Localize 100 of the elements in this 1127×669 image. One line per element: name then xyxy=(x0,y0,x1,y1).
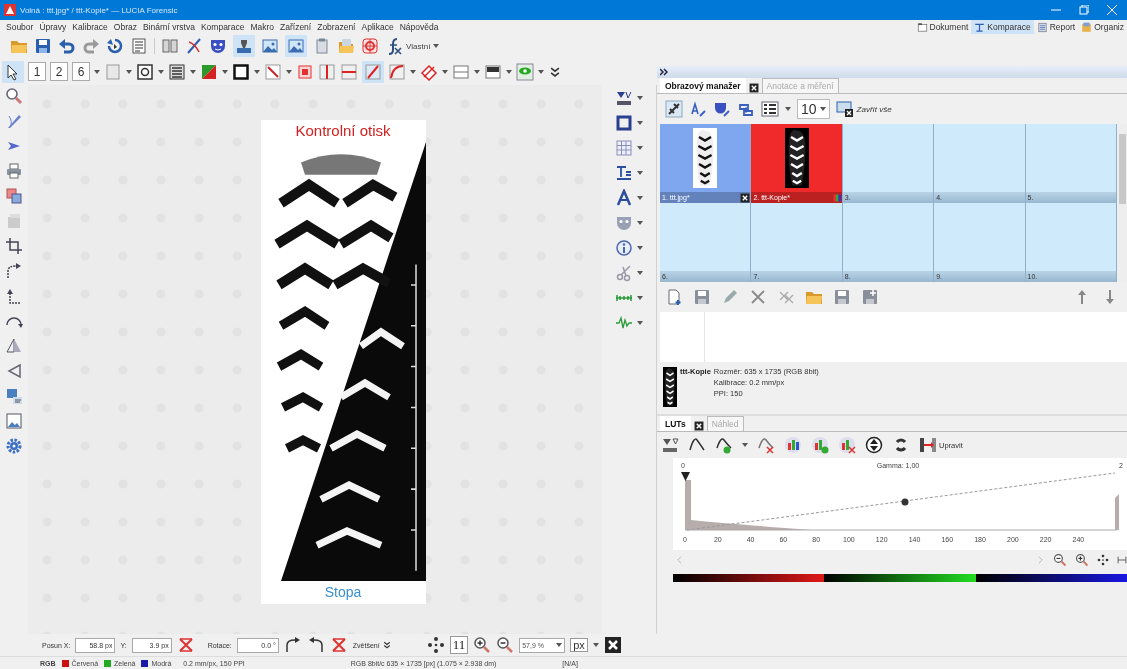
layout-button[interactable]: 6 xyxy=(72,62,90,81)
text-image-icon[interactable] xyxy=(5,387,23,405)
caret-icon[interactable] xyxy=(442,69,448,74)
corner-arrow-icon[interactable] xyxy=(5,287,23,305)
actual-size-button[interactable]: 11 xyxy=(449,636,469,654)
menu-item[interactable]: Nápověda xyxy=(396,22,442,32)
workspace-tab[interactable]: Komparace xyxy=(971,20,1034,34)
compare-icon[interactable] xyxy=(974,21,986,33)
menu-item[interactable]: Komparace xyxy=(197,22,248,32)
split-frame-icon[interactable] xyxy=(452,62,470,81)
eye-icon[interactable] xyxy=(516,62,534,81)
curve-handle[interactable] xyxy=(901,498,909,506)
landscape-icon[interactable] xyxy=(287,37,305,55)
save-icon[interactable] xyxy=(693,288,711,306)
fit-icon[interactable] xyxy=(426,636,445,654)
eraser-icon[interactable] xyxy=(420,62,438,81)
caret-icon[interactable] xyxy=(637,196,643,200)
channel-checkbox[interactable] xyxy=(141,659,149,667)
crop-icon[interactable] xyxy=(5,237,23,255)
caret-icon[interactable] xyxy=(126,69,132,74)
menu-item[interactable]: Aplikace xyxy=(358,22,397,32)
count-dropdown[interactable]: 10 xyxy=(797,99,830,119)
zoom-out-icon[interactable] xyxy=(1053,553,1067,567)
gradient-icon[interactable] xyxy=(484,62,502,81)
reset-shift-icon[interactable] xyxy=(176,636,195,654)
caret-icon[interactable] xyxy=(785,107,791,111)
caret-icon[interactable] xyxy=(592,643,599,647)
text-lines-icon[interactable] xyxy=(615,164,633,182)
diagonal-line-icon[interactable] xyxy=(364,62,382,81)
close-all-icon[interactable] xyxy=(835,100,854,118)
square-icon[interactable] xyxy=(232,62,250,81)
menu-item[interactable]: Úpravy xyxy=(36,22,70,32)
mask-edit-icon[interactable] xyxy=(713,100,731,118)
channels-icon[interactable] xyxy=(832,192,842,203)
menu-item[interactable]: Kalibrace xyxy=(69,22,111,32)
circle-frame-icon[interactable] xyxy=(136,62,154,81)
channel-checkbox[interactable] xyxy=(61,659,69,667)
save-add-icon[interactable] xyxy=(861,288,879,306)
search-icon[interactable] xyxy=(5,87,23,105)
curve-apply-icon[interactable] xyxy=(715,436,733,454)
caret-icon[interactable] xyxy=(637,146,643,150)
workspace-tab[interactable]: Report xyxy=(1033,20,1079,34)
text-edit-icon[interactable] xyxy=(689,100,707,118)
histogram-apply-icon[interactable] xyxy=(811,436,829,454)
caret-icon[interactable] xyxy=(742,443,748,447)
menu-item[interactable]: Zobrazení xyxy=(314,22,359,32)
columns-icon[interactable] xyxy=(161,37,179,55)
clipboard-icon[interactable] xyxy=(313,37,331,55)
workspace-tab[interactable]: Organiz xyxy=(1078,20,1127,34)
caret-icon[interactable] xyxy=(190,69,196,74)
histogram-icon[interactable] xyxy=(784,436,802,454)
curved-arrow-icon[interactable] xyxy=(5,262,23,280)
unit-dropdown[interactable]: px xyxy=(570,638,588,652)
menu-item[interactable]: Obraz xyxy=(110,22,140,32)
reset-rotation-icon[interactable] xyxy=(329,636,348,654)
caret-icon[interactable] xyxy=(637,321,643,325)
caret-icon[interactable] xyxy=(637,271,643,275)
input-level-marker[interactable] xyxy=(681,472,690,481)
remove-icon[interactable] xyxy=(740,192,751,203)
preset-dropdown[interactable]: Vlastní xyxy=(385,37,440,55)
save-as-icon[interactable] xyxy=(833,288,851,306)
levels-icon[interactable] xyxy=(661,436,679,454)
quill-icon[interactable] xyxy=(5,112,23,130)
color-square-icon[interactable] xyxy=(200,62,218,81)
caret-icon[interactable] xyxy=(637,246,643,250)
menu-item[interactable]: Zařízení xyxy=(277,22,315,32)
target-icon[interactable] xyxy=(361,37,379,55)
caret-icon[interactable] xyxy=(506,69,512,74)
contrast-icon[interactable] xyxy=(865,436,883,454)
pen-icon[interactable] xyxy=(185,37,203,55)
layout-button[interactable]: 2 xyxy=(50,62,68,81)
grid-view-icon[interactable] xyxy=(761,100,779,118)
caret-icon[interactable] xyxy=(637,171,643,175)
font-icon[interactable] xyxy=(615,189,633,207)
caret-icon[interactable] xyxy=(474,69,480,74)
caret-icon[interactable] xyxy=(556,643,563,647)
rotate-clockwise-icon[interactable] xyxy=(283,636,302,654)
report-icon[interactable] xyxy=(1036,21,1048,33)
caret-icon[interactable] xyxy=(254,69,260,74)
close-all-button[interactable]: Zavřít vše xyxy=(835,100,892,118)
save-icon[interactable] xyxy=(34,37,52,55)
text-frame-icon[interactable] xyxy=(296,62,314,81)
close-tab-icon[interactable] xyxy=(693,421,704,431)
caret-icon[interactable] xyxy=(94,69,100,74)
close-tab-icon[interactable] xyxy=(748,83,759,93)
maximize-icon[interactable] xyxy=(1079,5,1089,15)
copy-icon[interactable] xyxy=(5,187,23,205)
settings-icon[interactable] xyxy=(5,437,23,455)
new-file-icon[interactable] xyxy=(665,288,683,306)
stamp-icon[interactable] xyxy=(235,37,253,55)
chevrons-icon[interactable] xyxy=(381,640,392,650)
channel-gradient-bar[interactable] xyxy=(673,574,1127,582)
undo-icon[interactable] xyxy=(58,37,76,55)
caret-icon[interactable] xyxy=(637,221,643,225)
caret-icon[interactable] xyxy=(637,296,643,300)
layout-button[interactable]: 1 xyxy=(28,62,46,81)
stripes-icon[interactable] xyxy=(168,62,186,81)
wedge-icon[interactable] xyxy=(5,362,23,380)
caret-icon[interactable] xyxy=(158,69,164,74)
fit-icon[interactable] xyxy=(1097,554,1109,566)
